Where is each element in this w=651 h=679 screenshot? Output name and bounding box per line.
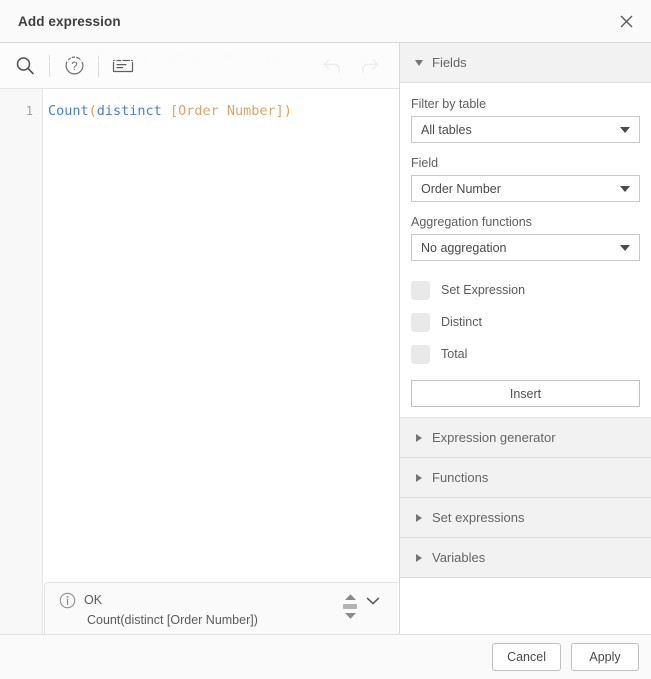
- checkbox-box: [411, 344, 430, 364]
- chevron-right-icon: [411, 513, 427, 522]
- chevron-down-icon: [620, 244, 630, 251]
- status-main: OK Count(distinct [Order Number]): [45, 590, 340, 634]
- section-title: Expression generator: [432, 430, 556, 445]
- section-header-set-expressions[interactable]: Set expressions: [400, 498, 651, 538]
- line-number: 1: [25, 104, 33, 118]
- chevron-down-icon: [411, 59, 427, 66]
- checkbox-box: [411, 312, 430, 332]
- info-icon: [59, 592, 76, 609]
- filter-by-table-select[interactable]: All tables: [411, 116, 640, 143]
- close-icon[interactable]: [611, 6, 641, 36]
- editor-toolbar: Count(distinct [Order Number]) ?: [0, 43, 399, 89]
- chevron-down-icon: [620, 185, 630, 192]
- status-state: OK: [84, 593, 103, 607]
- aggregation-functions-select[interactable]: No aggregation: [411, 234, 640, 261]
- checkbox-label: Total: [441, 347, 468, 361]
- token-close-paren: ): [283, 103, 292, 119]
- scroll-up-icon[interactable]: [344, 593, 357, 601]
- field-value: Order Number: [421, 181, 501, 196]
- field-label: Field: [411, 156, 439, 170]
- section-title: Set expressions: [432, 510, 525, 525]
- toolbar-divider: [98, 54, 99, 77]
- chevron-right-icon: [411, 553, 427, 562]
- insert-button[interactable]: Insert: [411, 380, 640, 407]
- search-icon[interactable]: [6, 49, 44, 83]
- section-header-expression-generator[interactable]: Expression generator: [400, 418, 651, 458]
- section-header-functions[interactable]: Functions: [400, 458, 651, 498]
- filter-by-table-label: Filter by table: [411, 97, 487, 111]
- token-field: [Order Number]: [169, 103, 284, 119]
- aggregation-functions-label: Aggregation functions: [411, 215, 532, 229]
- undo-icon[interactable]: [313, 49, 351, 83]
- apply-button[interactable]: Apply: [571, 643, 639, 671]
- aggregation-functions-value: No aggregation: [421, 240, 507, 255]
- add-expression-dialog: Add expression Count(distinct [Order Num…: [0, 0, 651, 679]
- chevron-down-icon[interactable]: [362, 592, 384, 610]
- expression-side-panel: Fields Filter by table All tables Field …: [400, 43, 651, 634]
- chevron-right-icon: [411, 473, 427, 482]
- status-row: OK: [59, 590, 340, 610]
- cancel-button[interactable]: Cancel: [492, 643, 561, 671]
- chevron-right-icon: [411, 433, 427, 442]
- side-panel-filler: [400, 578, 651, 634]
- filter-by-table-value: All tables: [421, 122, 472, 137]
- section-header-variables[interactable]: Variables: [400, 538, 651, 578]
- fields-section-content: Filter by table All tables Field Order N…: [400, 83, 651, 418]
- scrollbar-thumb[interactable]: [343, 604, 357, 609]
- status-scrollbar[interactable]: [340, 592, 360, 620]
- section-header-fields[interactable]: Fields: [400, 43, 651, 83]
- field-select[interactable]: Order Number: [411, 175, 640, 202]
- dialog-title: Add expression: [18, 13, 121, 29]
- dialog-footer: Cancel Apply: [0, 635, 651, 679]
- checkbox-box: [411, 280, 430, 300]
- code-content[interactable]: Count(distinct [Order Number]): [43, 89, 399, 634]
- help-circle-icon[interactable]: ?: [55, 49, 93, 83]
- token-keyword: distinct: [96, 103, 162, 119]
- code-line: Count(distinct [Order Number]): [48, 102, 399, 121]
- section-title: Functions: [432, 470, 489, 485]
- status-controls: [340, 590, 398, 634]
- dialog-body: Count(distinct [Order Number]) ? 1 Count…: [0, 43, 651, 635]
- checkbox-label: Distinct: [441, 315, 482, 329]
- checkbox-set-expression[interactable]: Set Expression: [411, 274, 640, 306]
- insert-comment-icon[interactable]: [104, 49, 142, 83]
- line-number-gutter: 1: [0, 89, 43, 634]
- checkbox-label: Set Expression: [441, 283, 526, 297]
- chevron-down-icon: [620, 126, 630, 133]
- section-title: Fields: [432, 55, 467, 70]
- expression-status-panel: OK Count(distinct [Order Number]): [44, 582, 398, 634]
- redo-icon[interactable]: [351, 49, 389, 83]
- expression-editor-pane: Count(distinct [Order Number]) ? 1 Count…: [0, 43, 400, 634]
- section-title: Variables: [432, 550, 486, 565]
- code-area[interactable]: 1 Count(distinct [Order Number]): [0, 89, 399, 634]
- checkbox-total[interactable]: Total: [411, 338, 640, 370]
- status-detail: Count(distinct [Order Number]): [87, 613, 258, 627]
- scroll-down-icon[interactable]: [344, 612, 357, 620]
- toolbar-divider: [49, 54, 50, 77]
- dialog-header: Add expression: [0, 0, 651, 43]
- token-function: Count: [48, 103, 89, 119]
- token-open-paren: (: [88, 103, 97, 119]
- checkbox-distinct[interactable]: Distinct: [411, 306, 640, 338]
- svg-text:?: ?: [71, 61, 77, 73]
